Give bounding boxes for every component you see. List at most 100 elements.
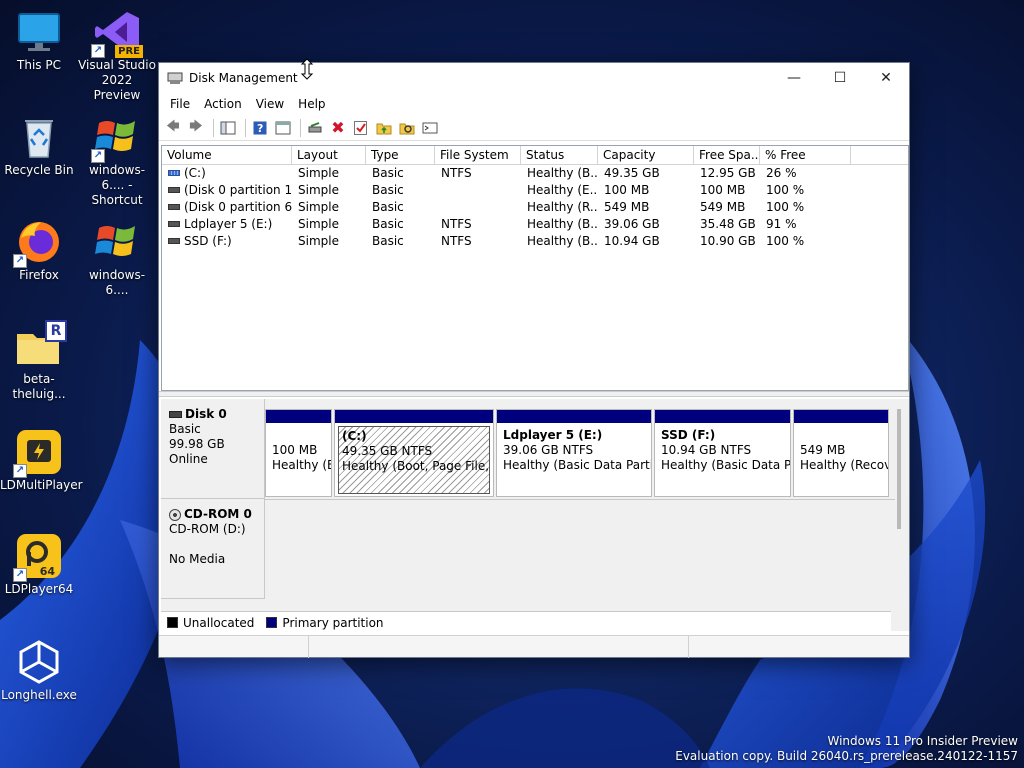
partition-status: Healthy (Basic Data Par (661, 458, 790, 472)
column-header-file-system[interactable]: File System (435, 146, 521, 164)
menu-help[interactable]: Help (291, 97, 332, 111)
forward-arrow-icon[interactable]: 🡆 (186, 118, 206, 138)
cell-capacity: 549 MB (604, 200, 650, 214)
menu-file[interactable]: File (163, 97, 197, 111)
cell-file-system: NTFS (441, 234, 472, 248)
desktop-icon-ldplayer64[interactable]: 64 ↗ LDPlayer64 (0, 532, 78, 597)
column-header-type[interactable]: Type (366, 146, 435, 164)
visual-studio-icon: PRE ↗ (91, 8, 143, 58)
desktop-icon-label: windows-6.... - Shortcut (88, 163, 146, 207)
toolbar-separator (213, 118, 214, 137)
desktop-icon-this-pc[interactable]: This PC (0, 8, 78, 73)
firefox-icon: ↗ (13, 218, 63, 268)
menu-action[interactable]: Action (197, 97, 249, 111)
partition-c[interactable]: (C:) 49.35 GB NTFS Healthy (Boot, Page F… (334, 409, 494, 497)
cdrom-0-area[interactable] (265, 499, 895, 599)
cdrom-0-label[interactable]: CD-ROM 0 CD-ROM (D:) No Media (161, 499, 265, 599)
column-header-free-space[interactable]: Free Spa... (694, 146, 760, 164)
connect-disk-icon[interactable] (305, 118, 325, 138)
column-header-layout[interactable]: Layout (292, 146, 366, 164)
console-tree-icon[interactable] (218, 118, 238, 138)
partition-bar (794, 410, 888, 423)
partition-bar (266, 410, 331, 423)
desktop-icon-label: Visual Studio 2022 Preview (78, 58, 156, 102)
volume-list-header: Volume Layout Type File System Status Ca… (162, 146, 908, 165)
title-bar[interactable]: Disk Management — ☐ ✕ (159, 63, 909, 93)
drive-icon (168, 169, 180, 176)
svg-text:?: ? (257, 122, 263, 135)
desktop-icon-rar-archive[interactable]: R beta-theluig... (0, 320, 78, 402)
cell-capacity: 10.94 GB (604, 234, 660, 248)
cell-percent-free: 100 % (766, 200, 805, 214)
partition-status: Healthy (Basic Data Partitio (503, 458, 651, 472)
desktop-icon-recycle-bin[interactable]: Recycle Bin (0, 113, 78, 178)
toolbar-separator (300, 118, 301, 137)
desktop-icon-label: LDMultiPlayer (0, 478, 83, 492)
column-header-percent-free[interactable]: % Free (760, 146, 851, 164)
disk-name: Disk 0 (185, 407, 227, 421)
disk-0-label[interactable]: Disk 0 Basic 99.98 GB Online (161, 399, 265, 499)
cell-file-system (435, 182, 521, 199)
desktop-icon-visual-studio[interactable]: PRE ↗ Visual Studio 2022 Preview (78, 8, 156, 103)
disk-graphical-view[interactable]: Disk 0 Basic 99.98 GB Online 100 MB Heal… (161, 399, 909, 631)
desktop-icon-label: beta-theluig... (12, 372, 66, 401)
partition-name: SSD (F:) (661, 428, 716, 442)
status-segment (689, 636, 909, 658)
partition-f[interactable]: SSD (F:) 10.94 GB NTFS Healthy (Basic Da… (654, 409, 791, 497)
volume-row[interactable]: SSD (F:) Simple Basic NTFS Healthy (B... 10.9… (162, 233, 908, 250)
disk-0-partitions: 100 MB Healthy (E (C:) 49.35 GB NTFS Hea… (265, 399, 895, 499)
maximize-button[interactable]: ☐ (817, 63, 863, 93)
close-button[interactable]: ✕ (863, 63, 909, 93)
cell-percent-free: 26 % (766, 166, 797, 180)
desktop-icon-longhell[interactable]: Longhell.exe (0, 638, 78, 703)
desktop-icon-windows-shortcut[interactable]: ↗ windows-6.... - Shortcut (78, 113, 156, 208)
column-header-volume[interactable]: Volume (162, 146, 292, 164)
rescan-icon[interactable] (420, 118, 440, 138)
partition-e[interactable]: Ldplayer 5 (E:) 39.06 GB NTFS Healthy (B… (496, 409, 652, 497)
help-icon[interactable]: ? (250, 118, 270, 138)
toolbar: 🡄 🡆 ? ✖ (159, 115, 909, 141)
cell-percent-free: 100 % (766, 234, 805, 248)
minimize-button[interactable]: — (771, 63, 817, 93)
vertical-scrollbar[interactable] (897, 409, 901, 529)
cell-layout: Simple (298, 183, 339, 197)
partition-recovery[interactable]: 549 MB Healthy (Recov (793, 409, 889, 497)
delete-icon[interactable]: ✖ (328, 118, 348, 138)
search-folder-icon[interactable] (397, 118, 417, 138)
legend-label: Primary partition (282, 615, 384, 630)
monitor-icon (15, 8, 63, 56)
cell-status: Healthy (E... (527, 183, 598, 197)
volume-list[interactable]: Volume Layout Type File System Status Ca… (161, 145, 909, 391)
properties-icon[interactable] (273, 118, 293, 138)
desktop-icon-firefox[interactable]: ↗ Firefox (0, 218, 78, 283)
folder-up-icon[interactable] (374, 118, 394, 138)
cell-volume: Ldplayer 5 (E:) (162, 216, 292, 233)
partition-name: Ldplayer 5 (E:) (503, 428, 603, 442)
cell-layout: Simple (298, 166, 339, 180)
shortcut-arrow-icon: ↗ (13, 464, 27, 478)
cell-status: Healthy (R... (527, 200, 598, 214)
pane-splitter[interactable] (159, 391, 909, 397)
cell-capacity: 49.35 GB (604, 166, 660, 180)
volume-row[interactable]: (Disk 0 partition 6) Simple Basic Healthy (… (162, 199, 908, 216)
disk-management-window[interactable]: Disk Management — ☐ ✕ File Action View H… (158, 62, 910, 658)
desktop-icon-label: LDPlayer64 (4, 582, 74, 596)
volume-row[interactable]: (C:) Simple Basic NTFS Healthy (B... 49.35 GB… (162, 165, 908, 182)
status-segment (309, 636, 689, 658)
checkmark-icon[interactable] (351, 118, 371, 138)
back-arrow-icon[interactable]: 🡄 (163, 118, 183, 138)
partition-size: 10.94 GB NTFS (661, 443, 752, 457)
column-header-capacity[interactable]: Capacity (598, 146, 694, 164)
column-header-status[interactable]: Status (521, 146, 598, 164)
partition-efi[interactable]: 100 MB Healthy (E (265, 409, 332, 497)
cell-status: Healthy (B... (527, 234, 598, 248)
menu-view[interactable]: View (249, 97, 291, 111)
volume-row[interactable]: Ldplayer 5 (E:) Simple Basic NTFS Healthy (B… (162, 216, 908, 233)
desktop-icon-windows[interactable]: windows-6.... (78, 218, 156, 298)
drive-icon (168, 203, 180, 210)
desktop-icon-ldmultiplayer[interactable]: ↗ LDMultiPlayer (0, 428, 83, 493)
cell-status: Healthy (B... (527, 166, 598, 180)
volume-row[interactable]: (Disk 0 partition 1) Simple Basic Healthy (… (162, 182, 908, 199)
cell-type: Basic (372, 166, 404, 180)
partition-size: 39.06 GB NTFS (503, 443, 594, 457)
